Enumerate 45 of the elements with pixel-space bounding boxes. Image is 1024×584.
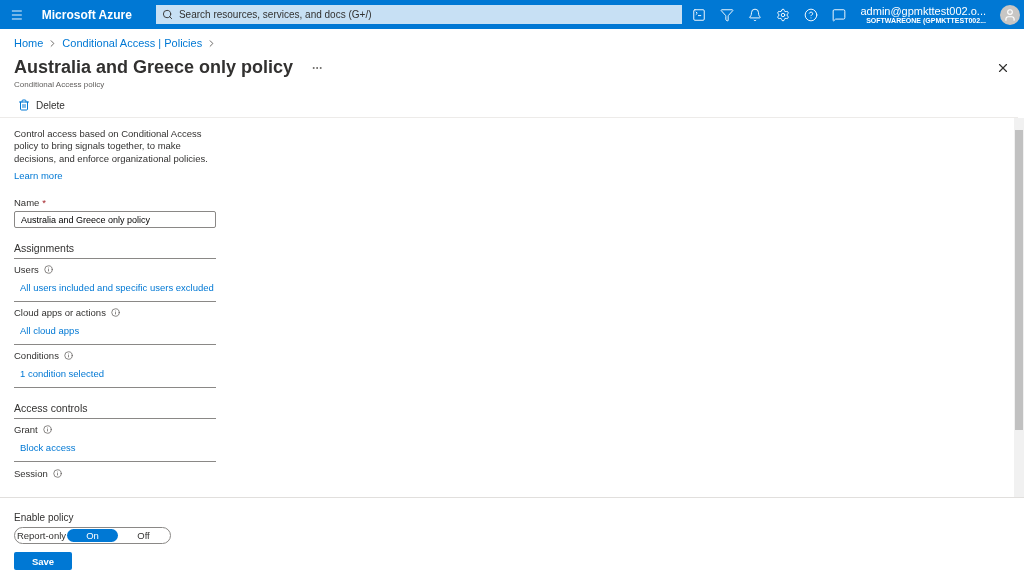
page-subtitle: Conditional Access policy (14, 80, 106, 89)
item-link[interactable]: Block access (20, 442, 76, 454)
page-title: Australia and Greece only policy (14, 57, 294, 78)
toggle-option[interactable]: On (67, 529, 118, 542)
info-icon[interactable] (63, 351, 73, 361)
section-heading: Access controls (14, 402, 216, 420)
account-name[interactable]: admin@gpmkttest002.o... (860, 4, 986, 17)
required-mark: * (42, 197, 47, 209)
info-icon[interactable] (42, 425, 52, 435)
item-label: Session (14, 468, 48, 480)
toggle-option[interactable]: Off (118, 529, 169, 542)
item-label: Conditions (14, 350, 59, 362)
section-heading: Assignments (14, 242, 216, 260)
settings-icon[interactable] (776, 7, 791, 22)
search-icon (161, 9, 173, 20)
item-label: Cloud apps or actions (14, 307, 106, 319)
breadcrumb-link[interactable]: Home (14, 37, 44, 49)
info-icon[interactable] (110, 308, 120, 318)
terminal-icon[interactable] (692, 7, 707, 22)
field-label: Name (14, 197, 40, 209)
brand-name[interactable]: Microsoft Azure (41, 7, 132, 22)
save-button[interactable]: Save (14, 552, 72, 570)
avatar[interactable] (1000, 4, 1020, 25)
item-label: Grant (14, 424, 38, 436)
item-link[interactable]: 1 condition selected (20, 368, 104, 380)
filter-icon[interactable] (720, 7, 735, 22)
info-icon[interactable] (43, 265, 53, 275)
delete-button[interactable]: Delete (14, 99, 69, 111)
help-icon[interactable] (804, 7, 819, 22)
name-field[interactable]: Australia and Greece only policy (14, 211, 216, 229)
learn-more-link[interactable]: Learn more (14, 170, 63, 182)
menu-icon[interactable] (10, 7, 24, 22)
info-icon[interactable] (52, 469, 62, 479)
search-field[interactable]: Search resources, services, and docs (G+/) (155, 5, 683, 24)
item-label: Users (14, 264, 39, 276)
feedback-icon[interactable] (832, 7, 847, 22)
trash-icon (18, 99, 30, 111)
notifications-icon[interactable] (748, 7, 763, 22)
description: Control access based on Conditional Access policy to bring signals together, to make decisions, and enforce organizational policies. (14, 128, 209, 166)
enable-policy-label: Enable policy (14, 512, 75, 523)
breadcrumb-link[interactable]: Conditional Access | Policies (62, 37, 203, 49)
item-link[interactable]: All cloud apps (20, 325, 80, 337)
scrollbar[interactable] (1014, 118, 1024, 497)
item-link[interactable]: All users included and specific users excluded (20, 282, 214, 294)
toggle-option[interactable]: Report-only (16, 529, 67, 542)
